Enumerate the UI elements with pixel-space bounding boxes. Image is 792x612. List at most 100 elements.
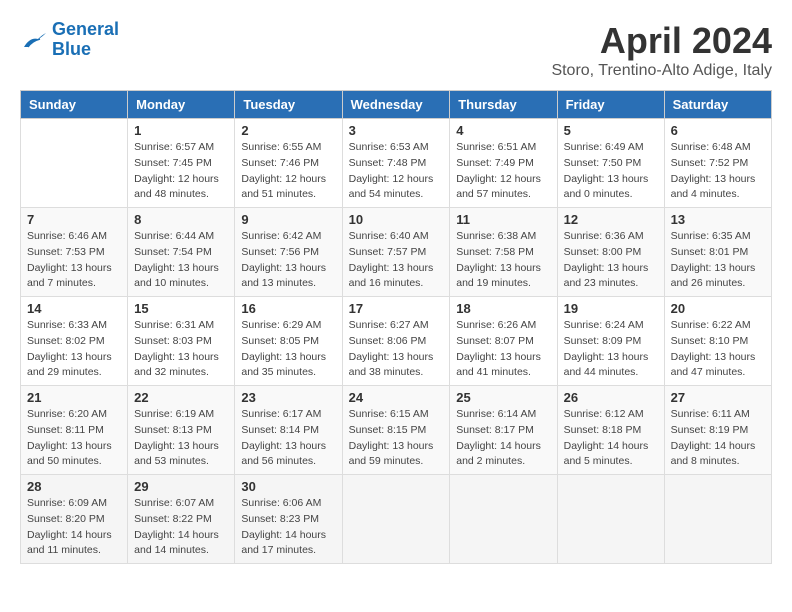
day-number: 7 bbox=[27, 212, 121, 227]
day-number: 14 bbox=[27, 301, 121, 316]
day-info: Sunrise: 6:57 AMSunset: 7:45 PMDaylight:… bbox=[134, 140, 228, 203]
calendar-cell: 29 Sunrise: 6:07 AMSunset: 8:22 PMDayligh… bbox=[128, 475, 235, 564]
page-header: General Blue April 2024 Storo, Trentino-… bbox=[20, 20, 772, 80]
day-info: Sunrise: 6:53 AMSunset: 7:48 PMDaylight:… bbox=[349, 140, 444, 203]
calendar-cell: 12Sunrise: 6:36 AMSunset: 8:00 PMDayligh… bbox=[557, 208, 664, 297]
day-number: 8 bbox=[134, 212, 228, 227]
calendar-cell: 1 Sunrise: 6:57 AMSunset: 7:45 PMDaylight… bbox=[128, 119, 235, 208]
calendar-cell: 2Sunrise: 6:55 AMSunset: 7:46 PMDaylight… bbox=[235, 119, 342, 208]
calendar-cell: 6Sunrise: 6:48 AMSunset: 7:52 PMDaylight… bbox=[664, 119, 771, 208]
calendar-cell: 9 Sunrise: 6:42 AMSunset: 7:56 PMDaylight… bbox=[235, 208, 342, 297]
calendar-cell: 13 Sunrise: 6:35 AMSunset: 8:01 PMDayligh… bbox=[664, 208, 771, 297]
day-info: Sunrise: 6:15 AMSunset: 8:15 PMDaylight:… bbox=[349, 407, 444, 470]
day-info: Sunrise: 6:11 AMSunset: 8:19 PMDaylight:… bbox=[671, 407, 765, 470]
calendar-week-3: 14 Sunrise: 6:33 AMSunset: 8:02 PMDayligh… bbox=[21, 297, 772, 386]
day-number: 23 bbox=[241, 390, 335, 405]
day-info: Sunrise: 6:14 AMSunset: 8:17 PMDaylight:… bbox=[456, 407, 550, 470]
day-info: Sunrise: 6:07 AMSunset: 8:22 PMDaylight:… bbox=[134, 496, 228, 559]
weekday-header-wednesday: Wednesday bbox=[342, 91, 450, 119]
calendar-cell: 30 Sunrise: 6:06 AMSunset: 8:23 PMDayligh… bbox=[235, 475, 342, 564]
day-info: Sunrise: 6:40 AMSunset: 7:57 PMDaylight:… bbox=[349, 229, 444, 292]
day-number: 9 bbox=[241, 212, 335, 227]
day-number: 19 bbox=[564, 301, 658, 316]
calendar-cell: 21 Sunrise: 6:20 AMSunset: 8:11 PMDayligh… bbox=[21, 386, 128, 475]
day-number: 26 bbox=[564, 390, 658, 405]
calendar-cell: 25 Sunrise: 6:14 AMSunset: 8:17 PMDayligh… bbox=[450, 386, 557, 475]
logo-text: General Blue bbox=[52, 20, 119, 60]
day-info: Sunrise: 6:20 AMSunset: 8:11 PMDaylight:… bbox=[27, 407, 121, 470]
calendar-cell: 22 Sunrise: 6:19 AMSunset: 8:13 PMDayligh… bbox=[128, 386, 235, 475]
weekday-header-tuesday: Tuesday bbox=[235, 91, 342, 119]
day-number: 18 bbox=[456, 301, 550, 316]
day-info: Sunrise: 6:42 AMSunset: 7:56 PMDaylight:… bbox=[241, 229, 335, 292]
calendar-cell: 18Sunrise: 6:26 AMSunset: 8:07 PMDayligh… bbox=[450, 297, 557, 386]
weekday-header-thursday: Thursday bbox=[450, 91, 557, 119]
weekday-header-monday: Monday bbox=[128, 91, 235, 119]
day-number: 15 bbox=[134, 301, 228, 316]
title-area: April 2024 Storo, Trentino-Alto Adige, I… bbox=[551, 20, 772, 80]
weekday-header-row: SundayMondayTuesdayWednesdayThursdayFrid… bbox=[21, 91, 772, 119]
day-info: Sunrise: 6:06 AMSunset: 8:23 PMDaylight:… bbox=[241, 496, 335, 559]
calendar-week-4: 21 Sunrise: 6:20 AMSunset: 8:11 PMDayligh… bbox=[21, 386, 772, 475]
day-info: Sunrise: 6:24 AMSunset: 8:09 PMDaylight:… bbox=[564, 318, 658, 381]
calendar-cell: 8 Sunrise: 6:44 AMSunset: 7:54 PMDaylight… bbox=[128, 208, 235, 297]
day-info: Sunrise: 6:38 AMSunset: 7:58 PMDaylight:… bbox=[456, 229, 550, 292]
calendar-table: SundayMondayTuesdayWednesdayThursdayFrid… bbox=[20, 90, 772, 564]
day-info: Sunrise: 6:51 AMSunset: 7:49 PMDaylight:… bbox=[456, 140, 550, 203]
calendar-cell bbox=[21, 119, 128, 208]
calendar-cell: 17Sunrise: 6:27 AMSunset: 8:06 PMDayligh… bbox=[342, 297, 450, 386]
day-info: Sunrise: 6:36 AMSunset: 8:00 PMDaylight:… bbox=[564, 229, 658, 292]
day-number: 16 bbox=[241, 301, 335, 316]
day-info: Sunrise: 6:35 AMSunset: 8:01 PMDaylight:… bbox=[671, 229, 765, 292]
calendar-cell bbox=[342, 475, 450, 564]
calendar-cell bbox=[664, 475, 771, 564]
calendar-cell: 4Sunrise: 6:51 AMSunset: 7:49 PMDaylight… bbox=[450, 119, 557, 208]
day-info: Sunrise: 6:49 AMSunset: 7:50 PMDaylight:… bbox=[564, 140, 658, 203]
day-number: 10 bbox=[349, 212, 444, 227]
day-number: 13 bbox=[671, 212, 765, 227]
day-number: 28 bbox=[27, 479, 121, 494]
day-number: 27 bbox=[671, 390, 765, 405]
calendar-cell: 3 Sunrise: 6:53 AMSunset: 7:48 PMDaylight… bbox=[342, 119, 450, 208]
day-info: Sunrise: 6:19 AMSunset: 8:13 PMDaylight:… bbox=[134, 407, 228, 470]
calendar-week-2: 7 Sunrise: 6:46 AMSunset: 7:53 PMDaylight… bbox=[21, 208, 772, 297]
calendar-week-5: 28 Sunrise: 6:09 AMSunset: 8:20 PMDayligh… bbox=[21, 475, 772, 564]
day-info: Sunrise: 6:22 AMSunset: 8:10 PMDaylight:… bbox=[671, 318, 765, 381]
calendar-cell: 20 Sunrise: 6:22 AMSunset: 8:10 PMDayligh… bbox=[664, 297, 771, 386]
calendar-cell: 19 Sunrise: 6:24 AMSunset: 8:09 PMDayligh… bbox=[557, 297, 664, 386]
day-info: Sunrise: 6:33 AMSunset: 8:02 PMDaylight:… bbox=[27, 318, 121, 381]
day-number: 29 bbox=[134, 479, 228, 494]
day-number: 21 bbox=[27, 390, 121, 405]
calendar-cell: 26 Sunrise: 6:12 AMSunset: 8:18 PMDayligh… bbox=[557, 386, 664, 475]
day-info: Sunrise: 6:12 AMSunset: 8:18 PMDaylight:… bbox=[564, 407, 658, 470]
page-title: April 2024 bbox=[551, 20, 772, 62]
day-number: 25 bbox=[456, 390, 550, 405]
calendar-cell: 5 Sunrise: 6:49 AMSunset: 7:50 PMDaylight… bbox=[557, 119, 664, 208]
day-info: Sunrise: 6:27 AMSunset: 8:06 PMDaylight:… bbox=[349, 318, 444, 381]
logo-general: General bbox=[52, 19, 119, 39]
day-number: 1 bbox=[134, 123, 228, 138]
day-info: Sunrise: 6:17 AMSunset: 8:14 PMDaylight:… bbox=[241, 407, 335, 470]
day-info: Sunrise: 6:46 AMSunset: 7:53 PMDaylight:… bbox=[27, 229, 121, 292]
calendar-cell bbox=[557, 475, 664, 564]
day-number: 30 bbox=[241, 479, 335, 494]
day-info: Sunrise: 6:09 AMSunset: 8:20 PMDaylight:… bbox=[27, 496, 121, 559]
calendar-cell: 16 Sunrise: 6:29 AMSunset: 8:05 PMDayligh… bbox=[235, 297, 342, 386]
day-number: 3 bbox=[349, 123, 444, 138]
day-number: 22 bbox=[134, 390, 228, 405]
calendar-cell: 28 Sunrise: 6:09 AMSunset: 8:20 PMDayligh… bbox=[21, 475, 128, 564]
calendar-cell: 23 Sunrise: 6:17 AMSunset: 8:14 PMDayligh… bbox=[235, 386, 342, 475]
day-info: Sunrise: 6:31 AMSunset: 8:03 PMDaylight:… bbox=[134, 318, 228, 381]
day-info: Sunrise: 6:44 AMSunset: 7:54 PMDaylight:… bbox=[134, 229, 228, 292]
day-info: Sunrise: 6:29 AMSunset: 8:05 PMDaylight:… bbox=[241, 318, 335, 381]
calendar-week-1: 1 Sunrise: 6:57 AMSunset: 7:45 PMDaylight… bbox=[21, 119, 772, 208]
weekday-header-saturday: Saturday bbox=[664, 91, 771, 119]
weekday-header-friday: Friday bbox=[557, 91, 664, 119]
logo-blue: Blue bbox=[52, 39, 91, 59]
day-number: 20 bbox=[671, 301, 765, 316]
calendar-cell: 24Sunrise: 6:15 AMSunset: 8:15 PMDayligh… bbox=[342, 386, 450, 475]
day-number: 11 bbox=[456, 212, 550, 227]
day-number: 2 bbox=[241, 123, 335, 138]
logo: General Blue bbox=[20, 20, 119, 60]
day-number: 5 bbox=[564, 123, 658, 138]
